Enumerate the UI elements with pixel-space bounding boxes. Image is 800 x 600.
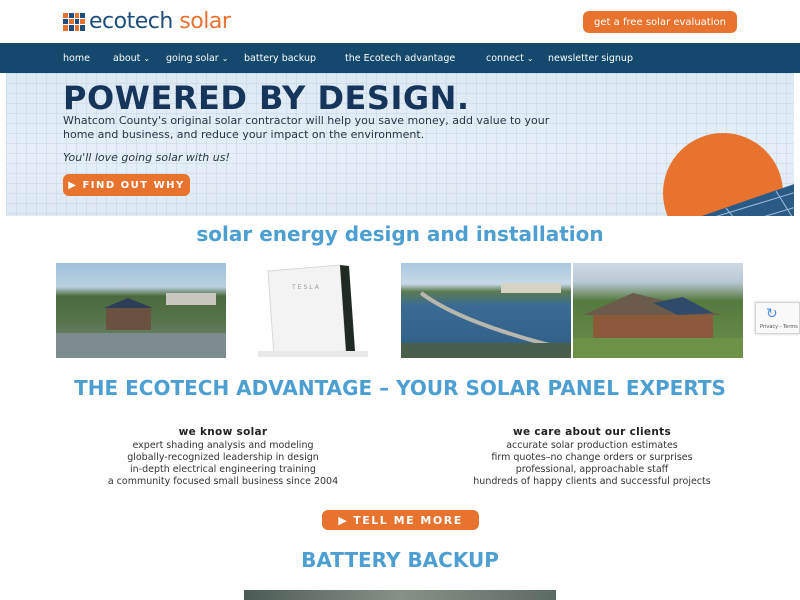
nav-item-battery-backup[interactable]: battery backup — [244, 43, 316, 73]
battery-section-heading: BATTERY BACKUP — [301, 548, 499, 572]
site-header: ecotech solar get a free solar evaluatio… — [0, 0, 800, 43]
solar-section-heading: solar energy design and installation — [196, 222, 604, 246]
nav-item-label: home — [63, 52, 90, 64]
list-item: firm quotes–no change orders or surprise… — [491, 452, 693, 463]
play-triangle-icon: ▶ — [338, 513, 349, 527]
chevron-down-icon: ⌄ — [143, 53, 151, 63]
nav-item-label: about — [113, 52, 141, 64]
list-item: accurate solar production estimates — [506, 440, 678, 451]
photo-waterfront-building — [56, 263, 226, 358]
logo-grid-icon — [63, 12, 85, 31]
nav-item-about[interactable]: about ⌄ — [113, 43, 150, 73]
chevron-down-icon: ⌄ — [526, 53, 534, 63]
nav-item-label: battery backup — [244, 52, 317, 64]
waterfront-building-image — [56, 293, 226, 358]
list-item: in-depth electrical engineering training — [130, 464, 316, 475]
recaptcha-icon: ↻ — [766, 306, 778, 322]
nav-item-home[interactable]: home — [63, 43, 90, 73]
nav-item-ecotech-advantage[interactable]: the Ecotech advantage — [345, 43, 455, 73]
site-logo[interactable]: ecotech solar — [63, 9, 231, 34]
nav-item-label: going solar — [166, 52, 219, 64]
hero-description: Whatcom County's original solar contract… — [63, 114, 550, 141]
advantage-section-heading: THE ECOTECH ADVANTAGE – YOUR SOLAR PANEL… — [74, 376, 726, 400]
chevron-down-icon: ⌄ — [221, 53, 229, 63]
photo-lake-bridge — [401, 263, 571, 358]
list-item: a community focused small business since… — [107, 476, 339, 487]
tell-me-more-button[interactable]: ▶ TELL ME MORE — [322, 510, 479, 530]
find-out-why-label: FIND OUT WHY — [82, 179, 185, 191]
photo-tesla-powerwall: TESLA — [228, 263, 399, 358]
hero-title: POWERED BY DESIGN. — [63, 79, 470, 117]
solar-panels-graphic — [701, 184, 794, 216]
nav-item-label: newsletter signup — [548, 52, 633, 64]
nav-item-connect[interactable]: connect ⌄ — [486, 43, 534, 73]
logo-wordmark: ecotech solar — [89, 9, 231, 34]
find-out-why-button[interactable]: ▶ FIND OUT WHY — [63, 174, 190, 196]
list-item: expert shading analysis and modeling — [132, 440, 314, 451]
photo-house-solar-roof — [573, 263, 743, 358]
column-heading: we know solar — [178, 426, 268, 438]
tell-me-more-label: TELL ME MORE — [353, 513, 463, 527]
free-evaluation-button[interactable]: get a free solar evaluation — [583, 11, 737, 33]
tesla-powerwall-image: TESLA — [258, 264, 368, 357]
nav-item-newsletter-signup[interactable]: newsletter signup — [548, 43, 633, 73]
play-triangle-icon: ▶ — [68, 179, 78, 191]
nav-item-label: connect — [486, 52, 524, 64]
list-item: professional, approachable staff — [515, 464, 669, 475]
tesla-logo-text: TESLA — [291, 284, 321, 291]
battery-backup-image — [244, 590, 556, 600]
nav-item-going-solar[interactable]: going solar ⌄ — [166, 43, 228, 73]
list-item: globally-recognized leadership in design — [127, 452, 319, 463]
nav-item-label: the Ecotech advantage — [345, 52, 456, 64]
lake-bridge-image — [401, 283, 571, 358]
logo-word-solar: solar — [179, 9, 231, 34]
we-care-column: we care about our clients accurate solar… — [442, 426, 742, 488]
main-nav: home about ⌄ going solar ⌄ battery backu… — [0, 43, 800, 73]
recaptcha-badge[interactable]: ↻ Privacy - Terms — [755, 302, 800, 334]
hero-banner: POWERED BY DESIGN. Whatcom County's orig… — [6, 73, 794, 216]
we-know-solar-column: we know solar expert shading analysis an… — [73, 426, 373, 488]
logo-word-ecotech: ecotech — [89, 9, 173, 34]
recaptcha-links[interactable]: Privacy - Terms — [760, 324, 798, 330]
column-heading: we care about our clients — [512, 426, 672, 438]
list-item: hundreds of happy clients and successful… — [473, 476, 711, 487]
house-solar-roof-image — [573, 293, 743, 358]
hero-tagline: You'll love going solar with us! — [63, 151, 230, 164]
